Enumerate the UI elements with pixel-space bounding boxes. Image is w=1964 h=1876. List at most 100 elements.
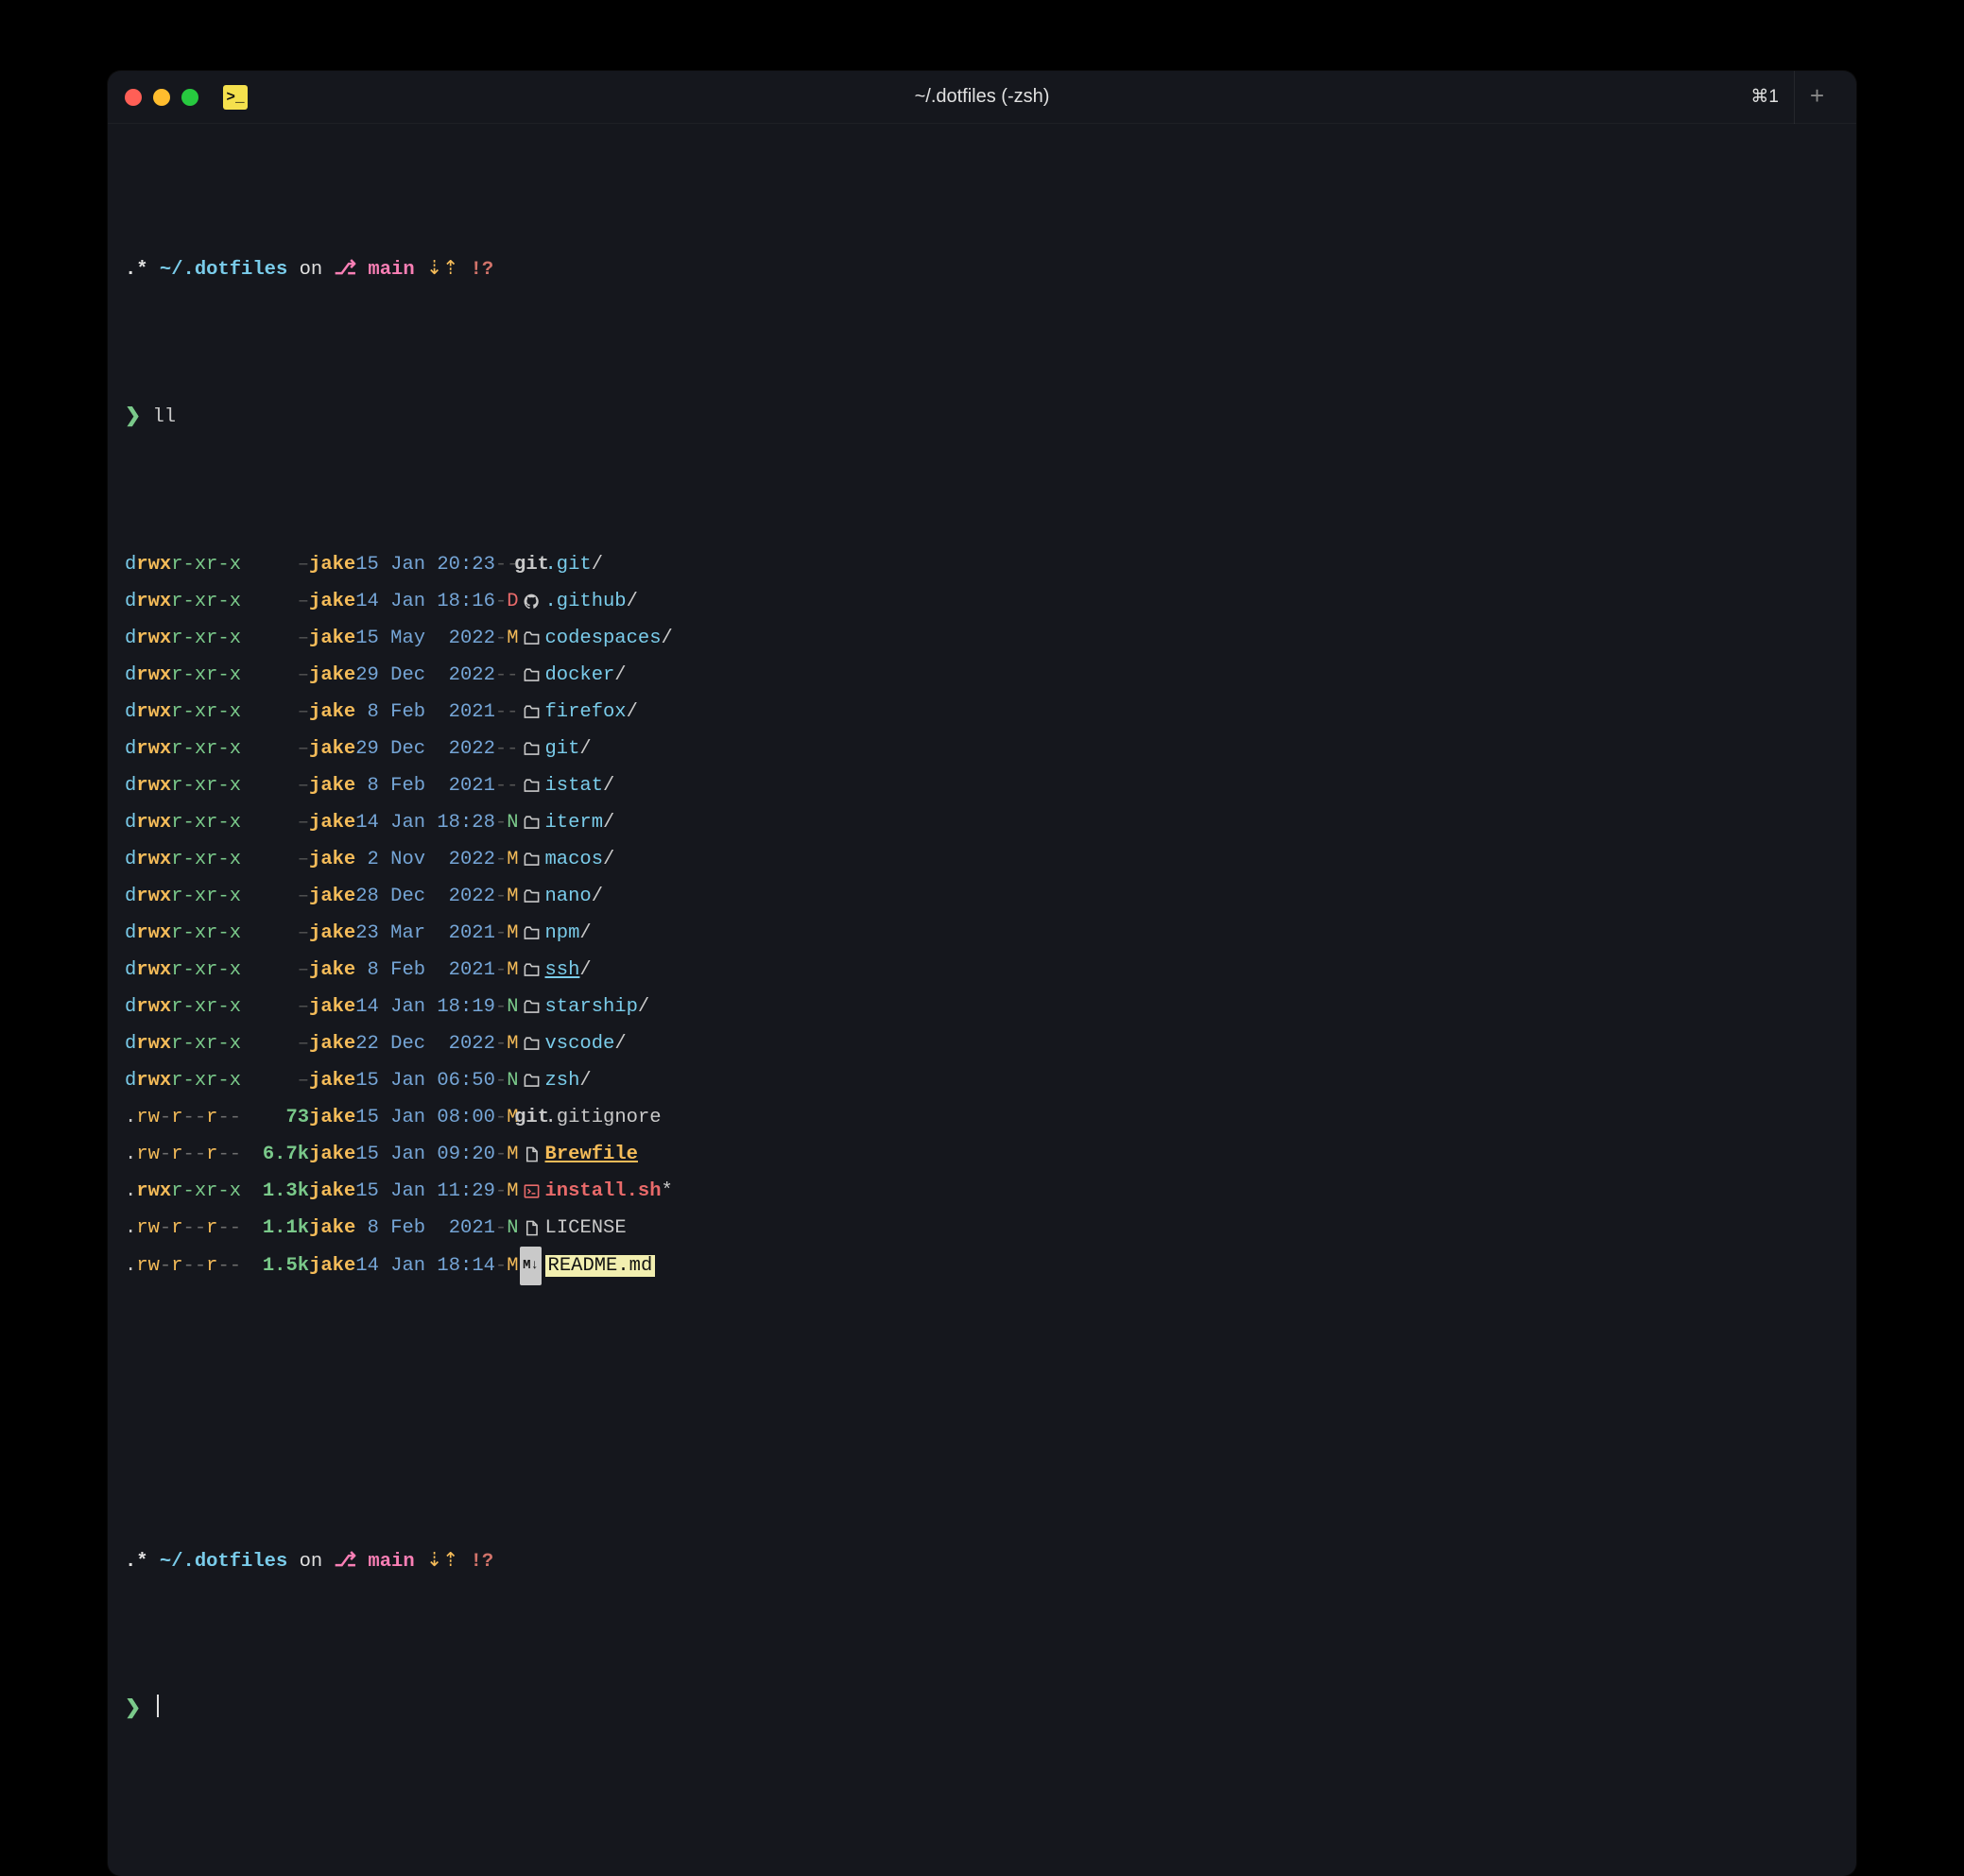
file-date: 15 May 2022 [355,620,495,657]
git-status-flag: -M [495,1025,519,1062]
git-status-flag: -- [495,657,519,694]
list-item: drwxr-xr-x – jake 15 May 2022 -M codespa… [125,620,1839,657]
file-name: docker/ [544,657,626,694]
file-date: 15 Jan 06:50 [355,1062,495,1099]
permissions: drwxr-xr-x [125,583,241,620]
file-owner: jake [309,546,355,583]
file-size: – [241,841,309,878]
permissions: drwxr-xr-x [125,878,241,915]
git-dirty: !? [471,259,494,281]
file-size: – [241,804,309,841]
minimize-button[interactable] [153,89,170,106]
tab-shortcut: ⌘1 [1735,86,1794,108]
shell-icon [519,1182,545,1200]
file-size: – [241,952,309,989]
folder-icon [519,961,545,979]
file-owner: jake [309,841,355,878]
file-name: .github/ [545,583,638,620]
list-item: drwxr-xr-x – jake 14 Jan 18:16 -D .githu… [125,583,1839,620]
permissions: drwxr-xr-x [125,694,241,731]
file-name: ssh/ [545,952,592,989]
list-item: .rw-r--r-- 1.1k jake 8 Feb 2021 -N LICEN… [125,1210,1839,1247]
file-size: – [241,989,309,1025]
permissions: drwxr-xr-x [125,657,241,694]
file-size: 1.5k [241,1248,309,1284]
file-owner: jake [309,878,355,915]
file-owner: jake [309,694,355,731]
permissions: drwxr-xr-x [125,989,241,1025]
file-date: 8 Feb 2021 [355,694,495,731]
folder-icon [519,814,545,832]
file-name: README.md [545,1248,656,1284]
cursor [157,1695,159,1717]
list-item: drwxr-xr-x – jake 29 Dec 2022 -- git/ [125,731,1839,767]
git-text-icon: git [519,1099,545,1136]
file-size: – [241,1025,309,1062]
list-item: drwxr-xr-x – jake 8 Feb 2021 -- istat/ [125,767,1839,804]
list-item: drwxr-xr-x – jake 14 Jan 18:19 -N starsh… [125,989,1839,1025]
file-name: install.sh* [545,1173,673,1210]
file-owner: jake [309,1210,355,1247]
git-status-flag: -N [495,1210,519,1247]
file-owner: jake [309,1062,355,1099]
folder-icon [518,703,544,721]
command-line-2[interactable]: ❯ [125,1691,1839,1728]
permissions: .rw-r--r-- [125,1210,241,1247]
file-name: .git/ [544,546,603,583]
list-item: drwxr-xr-x – jake 15 Jan 06:50 -N zsh/ [125,1062,1839,1099]
file-date: 29 Dec 2022 [355,657,495,694]
file-size: – [241,731,309,767]
permissions: drwxr-xr-x [125,952,241,989]
file-size: 73 [241,1099,309,1136]
file-date: 14 Jan 18:14 [355,1248,495,1284]
new-tab-button[interactable]: + [1794,71,1839,124]
folder-icon [519,1035,545,1053]
list-item: drwxr-xr-x – jake 2 Nov 2022 -M macos/ [125,841,1839,878]
folder-icon [518,777,544,795]
prompt-line-1: .* ~/.dotfiles on ⎇ main ⇣⇡ !? [125,251,1839,288]
file-date: 8 Feb 2021 [355,952,495,989]
zoom-button[interactable] [181,89,198,106]
file-date: 2 Nov 2022 [355,841,495,878]
permissions: drwxr-xr-x [125,546,241,583]
file-owner: jake [309,657,355,694]
prompt-chevron: ❯ [125,1698,141,1720]
file-date: 14 Jan 18:19 [355,989,495,1025]
terminal-window: >_ ~/.dotfiles (-zsh) ⌘1 + .* ~/.dotfile… [108,71,1856,1876]
file-size: – [241,694,309,731]
folder-icon [519,887,545,905]
command-line-1: ❯ ll [125,399,1839,436]
file-icon [519,1219,545,1237]
list-item: drwxr-xr-x – jake 8 Feb 2021 -- firefox/ [125,694,1839,731]
file-owner: jake [309,952,355,989]
git-status-flag: -M [495,1136,519,1173]
permissions: drwxr-xr-x [125,731,241,767]
file-date: 14 Jan 18:28 [355,804,495,841]
file-date: 15 Jan 08:00 [355,1099,495,1136]
git-branch-icon: ⎇ [334,259,356,281]
git-status-flag: -M [495,915,519,952]
file-size: 6.7k [241,1136,309,1173]
command: ll [153,406,177,428]
file-owner: jake [309,583,355,620]
file-name: starship/ [545,989,650,1025]
file-name: .gitignore [545,1099,662,1136]
file-owner: jake [309,1173,355,1210]
terminal-body[interactable]: .* ~/.dotfiles on ⎇ main ⇣⇡ !? ❯ ll drwx… [108,124,1856,1876]
file-size: – [241,546,309,583]
folder-icon [518,740,544,758]
file-owner: jake [309,731,355,767]
file-owner: jake [309,1136,355,1173]
github-icon [519,593,545,611]
tab-shell-icon[interactable]: >_ [223,85,248,110]
file-name: npm/ [545,915,592,952]
file-name: Brewfile [545,1136,638,1173]
close-button[interactable] [125,89,142,106]
list-item: drwxr-xr-x – jake 28 Dec 2022 -M nano/ [125,878,1839,915]
file-date: 29 Dec 2022 [355,731,495,767]
file-size: – [241,620,309,657]
file-date: 14 Jan 18:16 [355,583,495,620]
list-item: .rw-r--r-- 73 jake 15 Jan 08:00 -M git.g… [125,1099,1839,1136]
folder-icon [519,924,545,942]
file-size: – [241,1062,309,1099]
